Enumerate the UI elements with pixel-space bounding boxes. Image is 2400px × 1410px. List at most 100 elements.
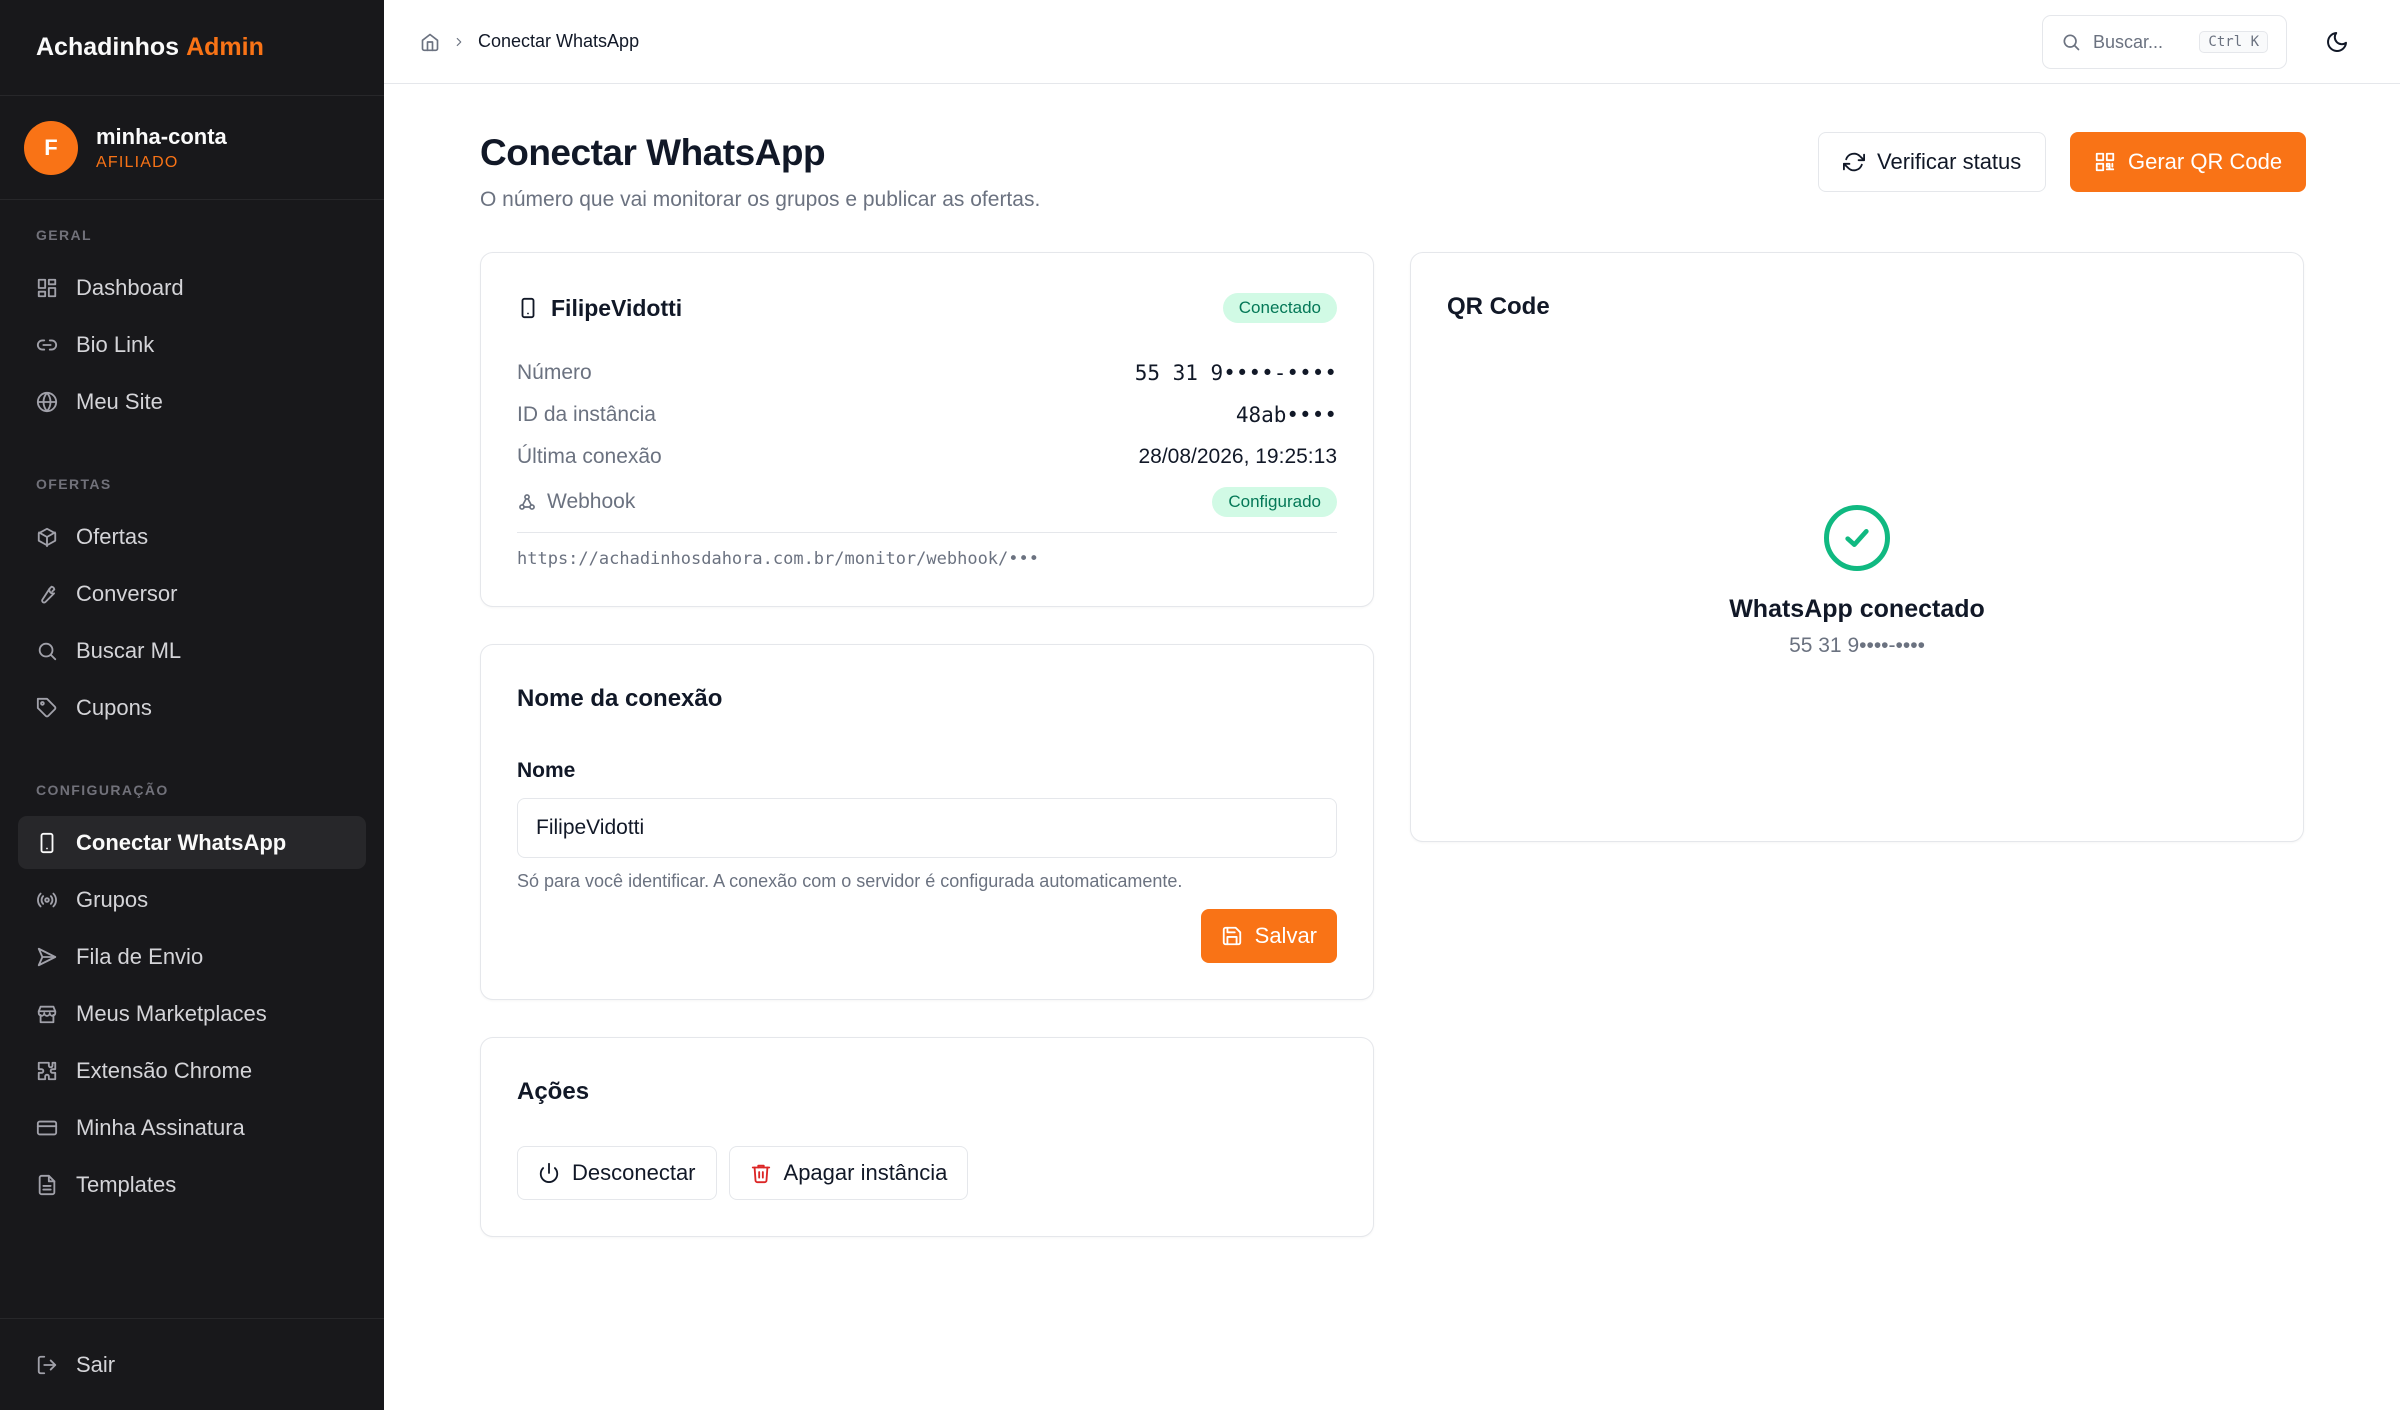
disconnect-button[interactable]: Desconectar [517,1146,717,1200]
avatar: F [24,120,78,175]
sidebar-item-meu-site[interactable]: Meu Site [18,375,366,428]
topbar: Conectar WhatsApp Buscar... Ctrl K [384,0,2400,84]
sidebar-item-label: Cupons [76,694,152,720]
qr-status-text: WhatsApp conectado [1729,595,1985,623]
box-icon [37,527,57,547]
sidebar-item-templates[interactable]: Templates [18,1158,366,1211]
webhook-icon [519,494,535,510]
sidebar-item-meus-marketplaces[interactable]: Meus Marketplaces [18,987,366,1040]
connection-name-title: Nome da conexão [517,685,723,712]
sidebar-item-label: Meu Site [76,388,163,414]
info-label: ID da instância [517,403,656,426]
check-circle-icon [1824,505,1890,571]
instance-card: FilipeVidotti Conectado Número 55 31 9••… [480,252,1374,607]
moon-icon [2327,32,2347,52]
account-role: AFILIADO [96,153,179,171]
info-row-instance-id: ID da instância 48ab•••• [517,403,1337,427]
actions-title: Ações [517,1078,590,1105]
save-label: Salvar [1254,923,1317,948]
generate-qr-button[interactable]: Gerar QR Code [2070,132,2307,192]
sidebar-item-bio-link[interactable]: Bio Link [18,318,366,371]
search-shortcut: Ctrl K [2199,31,2268,53]
brand-name: Achadinhos [36,33,180,61]
check-icon [1845,529,1869,547]
search-icon [38,642,57,660]
info-value: 55 31 9••••-•••• [1134,361,1337,385]
sidebar-item-label: Grupos [76,886,149,912]
account-switcher[interactable]: F minha-conta AFILIADO [0,96,384,200]
webhook-status-badge: Configurado [1212,487,1337,517]
webhook-label: Webhook [547,490,636,513]
sidebar-item-cupons[interactable]: Cupons [18,681,366,734]
connection-name-input[interactable] [517,798,1337,858]
sidebar-item-dashboard[interactable]: Dashboard [18,261,366,314]
qr-code-title: QR Code [1447,293,1550,320]
info-label: Webhook [517,490,635,514]
sidebar-item-label: Minha Assinatura [76,1114,245,1140]
webhook-url: https://achadinhosdahora.com.br/monitor/… [517,549,1039,569]
breadcrumb: Conectar WhatsApp [420,31,639,52]
wrench-icon [41,585,56,603]
save-button[interactable]: Salvar [1200,909,1337,963]
radio-icon [37,892,57,907]
qr-code-icon [2095,152,2115,172]
info-value: 28/08/2026, 19:25:13 [1138,445,1337,468]
disconnect-label: Desconectar [572,1160,696,1185]
power-icon [539,1162,559,1183]
qr-connected-number: 55 31 9••••-•••• [1789,634,1925,657]
globe-icon [36,391,58,412]
tag-icon [36,697,57,717]
sidebar-item-grupos[interactable]: Grupos [18,873,366,926]
link-icon [36,339,58,350]
sidebar-item-buscar-ml[interactable]: Buscar ML [18,624,366,677]
sidebar-item-ofertas[interactable]: Ofertas [18,510,366,563]
connection-name-card: Nome da conexão Nome Só para você identi… [480,644,1374,1000]
home-icon[interactable] [420,32,440,52]
smartphone-icon [521,297,535,319]
name-field-help: Só para você identificar. A conexão com … [517,871,1183,891]
sidebar-item-conectar-whatsapp[interactable]: Conectar WhatsApp [18,816,366,869]
sidebar-item-extensao-chrome[interactable]: Extensão Chrome [18,1044,366,1097]
sidebar-item-label: Dashboard [76,274,184,300]
sidebar: Achadinhos Admin F minha-conta AFILIADO G… [0,0,384,1410]
trash-icon [751,1164,770,1184]
sidebar-item-label: Conectar WhatsApp [76,829,287,855]
dashboard-icon [37,278,57,297]
logout-button[interactable]: Sair [18,1338,366,1391]
sidebar-item-label: Meus Marketplaces [76,1000,267,1026]
sidebar-item-label: Ofertas [76,523,149,549]
info-row-last-connection: Última conexão 28/08/2026, 19:25:13 [517,445,1337,469]
delete-instance-button[interactable]: Apagar instância [728,1146,969,1200]
theme-toggle-button[interactable] [2319,24,2355,60]
sidebar-footer: Sair [0,1318,384,1410]
puzzle-icon [37,1061,57,1080]
qr-code-card: QR Code WhatsApp conectado 55 31 9••••-•… [1410,252,2304,842]
qr-status-panel: WhatsApp conectado 55 31 9••••-•••• [1411,505,2303,658]
brand-logo[interactable]: Achadinhos Admin [0,0,384,96]
sidebar-item-conversor[interactable]: Conversor [18,567,366,620]
sidebar-item-label: Bio Link [76,331,155,357]
verify-status-label: Verificar status [1877,149,2022,174]
verify-status-button[interactable]: Verificar status [1818,132,2047,192]
info-label: Número [517,361,592,384]
search-input[interactable]: Buscar... Ctrl K [2042,15,2287,69]
sidebar-item-label: Templates [76,1171,177,1197]
sidebar-item-label: Buscar ML [76,637,182,663]
connection-status-badge: Conectado [1222,293,1337,323]
sidebar-item-minha-assinatura[interactable]: Minha Assinatura [18,1101,366,1154]
refresh-icon [1843,152,1865,172]
sidebar-item-label: Conversor [76,580,178,606]
account-name: minha-conta [96,123,227,149]
sidebar-item-label: Extensão Chrome [76,1057,253,1083]
divider [517,532,1337,533]
section-title-geral: GERAL [36,227,92,243]
name-field-label: Nome [517,759,576,782]
chevron-right-icon [456,37,462,46]
sidebar-item-label: Fila de Envio [76,943,204,969]
info-label: Última conexão [517,445,662,468]
sidebar-item-fila-de-envio[interactable]: Fila de Envio [18,930,366,983]
generate-qr-label: Gerar QR Code [2128,149,2283,174]
search-icon [2063,34,2080,51]
info-row-numero: Número 55 31 9••••-•••• [517,361,1337,385]
search-placeholder: Buscar... [2093,31,2164,52]
